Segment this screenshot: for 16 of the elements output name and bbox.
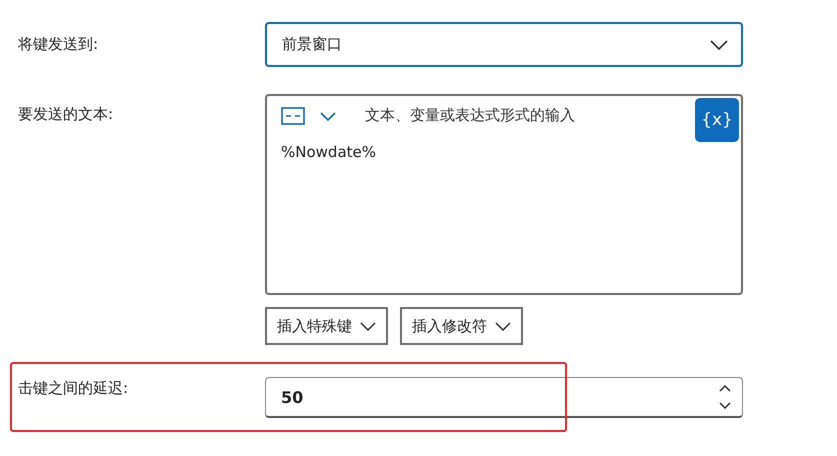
number-input-field[interactable]: 50 xyxy=(265,377,743,418)
chevron-down-icon xyxy=(360,321,376,331)
input-value: %Nowdate% xyxy=(281,143,376,161)
dropdown-field[interactable]: 前景窗口 xyxy=(265,22,743,67)
text-mode-icon[interactable] xyxy=(281,106,305,124)
insert-dropdown-button[interactable]: 插入修改符 xyxy=(400,307,523,345)
variable-button[interactable]: {x} xyxy=(695,98,739,142)
field-label: 击键之间的延迟: xyxy=(18,378,130,399)
insert-dropdown-button[interactable]: 插入特殊键 xyxy=(265,307,388,345)
text-input-area[interactable]: 文本、变量或表达式形式的输入 %Nowdate% {x} xyxy=(265,94,743,295)
field-label: 将键发送到: xyxy=(18,34,100,55)
field-label: 要发送的文本: xyxy=(18,104,114,125)
chevron-down-icon[interactable] xyxy=(319,110,337,122)
chevron-down-icon xyxy=(709,38,729,50)
input-hint: 文本、变量或表达式形式的输入 xyxy=(365,106,575,125)
chevron-down-icon xyxy=(495,321,511,331)
